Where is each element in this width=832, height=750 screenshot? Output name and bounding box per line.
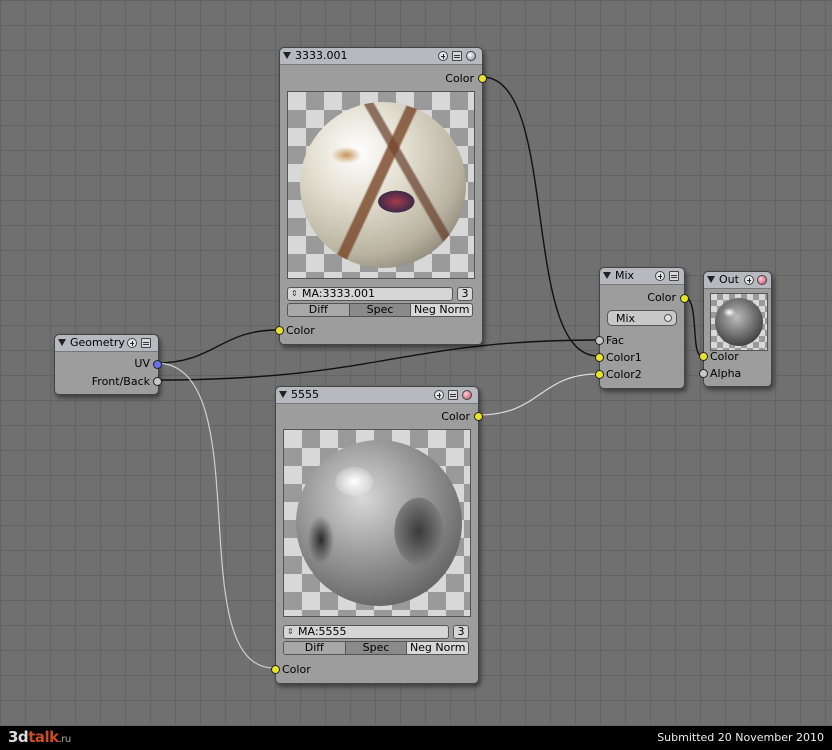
preview-sphere <box>300 102 466 268</box>
material-preview <box>287 91 475 279</box>
input-color-label: Color <box>282 663 311 676</box>
link-mat2-color-to-mix-color2 <box>478 373 599 416</box>
logo-mid: talk <box>28 728 59 746</box>
output-frontback-socket[interactable] <box>153 377 162 386</box>
footer-bar: 3dtalk.ru Submitted 20 November 2010 <box>0 726 832 750</box>
menu-icon[interactable] <box>669 271 679 281</box>
material-node-1[interactable]: 3333.001 Color ⇕ MA:3333.001 3 Diff Spec… <box>275 47 487 345</box>
input-alpha-socket[interactable] <box>699 369 708 378</box>
output-color-label: Color <box>445 72 474 85</box>
output-color-socket[interactable] <box>474 412 483 421</box>
input-color2-label: Color2 <box>606 368 642 381</box>
input-color1-label: Color1 <box>606 351 642 364</box>
input-color-label: Color <box>286 324 315 337</box>
input-fac-label: Fac <box>606 334 625 347</box>
node-title: Geometry <box>70 336 125 349</box>
menu-icon[interactable] <box>452 51 462 61</box>
input-color-socket[interactable] <box>271 665 280 674</box>
preview-sphere <box>296 440 462 606</box>
input-color-socket[interactable] <box>699 352 708 361</box>
node-header[interactable]: 3333.001 <box>280 48 482 65</box>
output-color-label: Color <box>647 291 676 304</box>
node-header[interactable]: 5555 <box>276 387 478 404</box>
material-selector[interactable]: ⇕ MA:3333.001 <box>287 287 453 301</box>
node-header[interactable]: Geometry <box>55 335 158 352</box>
toggle-diff[interactable]: Diff <box>284 642 346 654</box>
input-color-label: Color <box>710 350 739 363</box>
output-color-label: Color <box>441 410 470 423</box>
menu-icon[interactable] <box>141 338 151 348</box>
input-color-socket[interactable] <box>275 326 284 335</box>
preview-sphere-icon[interactable] <box>757 275 767 285</box>
node-title: Mix <box>615 269 635 282</box>
link-geometry-uv-to-mat1-color <box>155 329 279 364</box>
input-color1-socket[interactable] <box>595 353 604 362</box>
material-users-count[interactable]: 3 <box>453 625 469 639</box>
toggle-neg-norm[interactable]: Neg Norm <box>407 642 468 654</box>
preview-sphere-icon[interactable] <box>462 390 472 400</box>
node-title: 3333.001 <box>295 49 348 62</box>
plus-icon[interactable] <box>127 338 137 348</box>
site-logo[interactable]: 3dtalk.ru <box>8 728 71 746</box>
output-uv-label: UV <box>134 357 150 370</box>
output-preview <box>710 293 768 351</box>
output-color-socket[interactable] <box>478 74 487 83</box>
material-users-count[interactable]: 3 <box>457 287 473 301</box>
material-toggles: Diff Spec Neg Norm <box>287 303 473 317</box>
arrows-icon: ⇕ <box>287 627 294 636</box>
link-geometry-uv-to-mat2-color <box>155 362 275 669</box>
preview-sphere-icon[interactable] <box>466 51 476 61</box>
node-header[interactable]: Mix <box>600 268 684 285</box>
geometry-node[interactable]: Geometry UV Front/Back <box>54 334 162 395</box>
output-uv-socket[interactable] <box>153 360 162 369</box>
logo-left: 3d <box>8 728 29 746</box>
blend-mode-dropdown[interactable]: Mix <box>607 310 677 326</box>
link-mat1-color-to-mix-color1 <box>481 76 599 357</box>
plus-icon[interactable] <box>744 275 754 285</box>
toggle-neg-norm[interactable]: Neg Norm <box>411 304 472 316</box>
output-color-socket[interactable] <box>680 294 689 303</box>
material-name: MA:5555 <box>298 625 347 638</box>
material-preview <box>283 429 471 617</box>
plus-icon[interactable] <box>655 271 665 281</box>
link-geometry-frontback-to-mix-fac <box>155 339 599 381</box>
node-title: Out <box>719 273 739 286</box>
collapse-icon[interactable] <box>707 276 715 283</box>
plus-icon[interactable] <box>434 390 444 400</box>
collapse-icon[interactable] <box>58 339 66 346</box>
toggle-diff[interactable]: Diff <box>288 304 350 316</box>
collapse-icon[interactable] <box>279 391 287 398</box>
mix-node[interactable]: Mix Color Mix Fac Color1 Color2 <box>595 267 689 389</box>
output-frontback-label: Front/Back <box>91 375 150 388</box>
node-title: 5555 <box>291 388 319 401</box>
collapse-icon[interactable] <box>603 272 611 279</box>
plus-icon[interactable] <box>438 51 448 61</box>
material-node-2[interactable]: 5555 Color ⇕ MA:5555 3 Diff Spec Neg Nor… <box>271 386 483 684</box>
blend-mode-value: Mix <box>616 312 636 325</box>
logo-tld: .ru <box>58 734 72 745</box>
toggle-spec[interactable]: Spec <box>345 642 408 654</box>
input-alpha-label: Alpha <box>710 367 742 380</box>
collapse-icon[interactable] <box>283 52 291 59</box>
material-selector[interactable]: ⇕ MA:5555 <box>283 625 449 639</box>
input-color2-socket[interactable] <box>595 370 604 379</box>
output-node[interactable]: Out Color Alpha <box>699 271 772 387</box>
submitted-date: Submitted 20 November 2010 <box>657 731 824 744</box>
material-name: MA:3333.001 <box>302 287 376 300</box>
input-fac-socket[interactable] <box>595 336 604 345</box>
material-toggles: Diff Spec Neg Norm <box>283 641 469 655</box>
node-header[interactable]: Out <box>704 272 771 289</box>
preview-sphere <box>715 298 763 346</box>
link-mix-color-to-out-color <box>683 296 703 357</box>
menu-icon[interactable] <box>448 390 458 400</box>
toggle-spec[interactable]: Spec <box>349 304 412 316</box>
arrows-icon: ⇕ <box>291 289 298 298</box>
chevron-down-icon <box>664 314 672 322</box>
